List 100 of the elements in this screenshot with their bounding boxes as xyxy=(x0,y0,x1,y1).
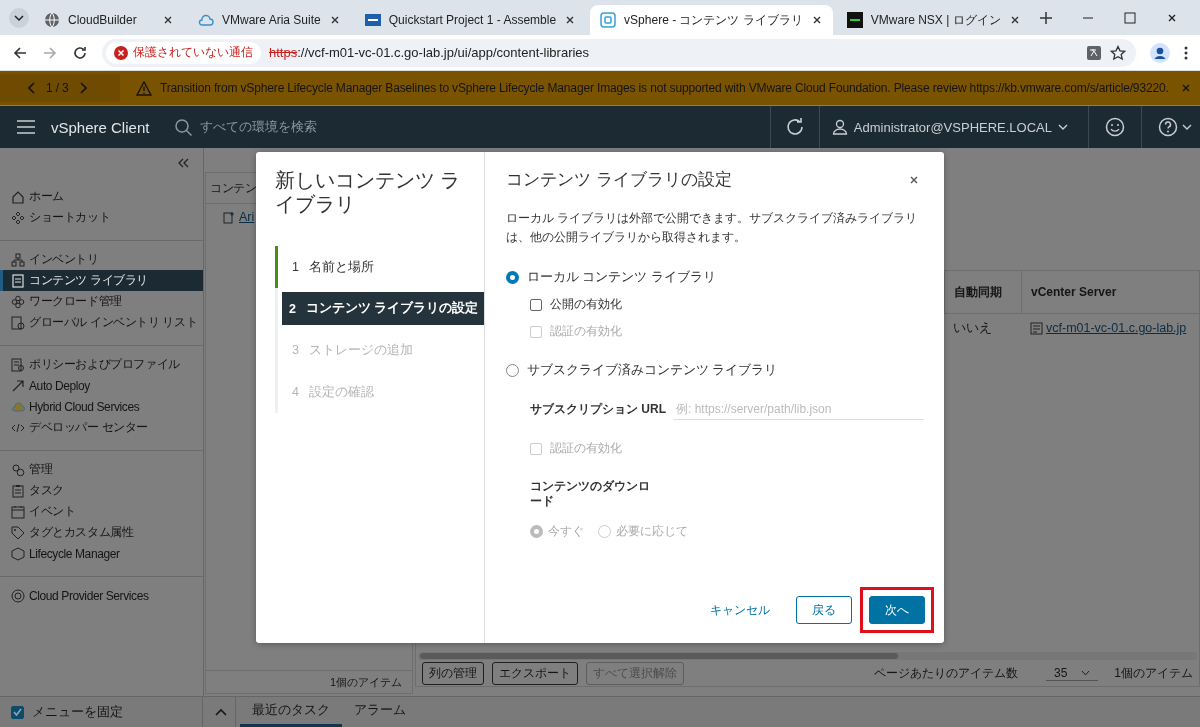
tab-search-icon[interactable] xyxy=(8,6,30,29)
dialog-title: 新しいコンテンツ ライブラリ xyxy=(275,168,462,216)
collapse-icon[interactable] xyxy=(177,158,189,168)
checkbox-label: 公開の有効化 xyxy=(550,296,622,313)
clipboard-icon xyxy=(11,483,25,498)
next-button[interactable]: 次へ xyxy=(869,596,925,624)
sidebar-item[interactable]: タスク xyxy=(0,480,203,501)
cloud-icon xyxy=(198,12,214,28)
radio-label: サブスクライブ済みコンテンツ ライブラリ xyxy=(527,362,778,379)
sidebar-item[interactable]: グローバル インベントリ リスト xyxy=(0,312,203,333)
server-icon xyxy=(1030,321,1043,335)
refresh-icon[interactable] xyxy=(784,117,805,137)
url-text[interactable]: https://vcf-m01-vc-01.c.go-lab.jp/ui/app/content-libraries xyxy=(269,45,590,60)
nsx-logo-icon xyxy=(846,12,863,28)
hexagon-icon xyxy=(11,546,25,561)
sidebar-item[interactable]: ポリシーおよびプロファイル xyxy=(0,354,203,375)
checkbox-label: 認証の有効化 xyxy=(550,440,622,457)
radio-label: 必要に応じて xyxy=(616,523,688,540)
column-header: コンテン xyxy=(210,179,256,197)
radio-label: 今すぐ xyxy=(548,523,584,540)
sidebar-item[interactable]: ワークロード管理 xyxy=(0,291,203,312)
browser-tab[interactable]: vSphere - コンテンツ ライブラリ xyxy=(590,5,833,35)
menu-icon[interactable] xyxy=(17,120,35,134)
browser-tab[interactable]: Quickstart Project 1 - Assemble xyxy=(354,5,587,35)
flower-icon xyxy=(11,294,25,309)
pager-text: 1 / 3 xyxy=(46,81,69,95)
user-menu[interactable]: Administrator@VSPHERE.LOCAL xyxy=(819,119,1080,135)
wizard-step[interactable]: 1 名前と場所 xyxy=(275,246,484,288)
browser-tab[interactable]: VMware NSX | ログイン xyxy=(836,5,1031,35)
tag-icon xyxy=(11,525,25,540)
field-label: コンテンツのダウンロード xyxy=(530,479,651,509)
sidebar-item[interactable]: コンテンツ ライブラリ xyxy=(0,270,203,291)
sidebar-item[interactable]: インベントリ xyxy=(0,249,203,270)
document-icon xyxy=(11,357,25,372)
sidebar-item[interactable]: ホーム xyxy=(0,186,203,207)
field-label: サブスクリプション URL xyxy=(530,401,666,418)
caret-up-icon[interactable] xyxy=(215,708,227,716)
browser-tab[interactable]: VMware Aria Suite xyxy=(188,5,351,35)
new-tab-icon[interactable] xyxy=(1038,10,1053,25)
radio-button[interactable] xyxy=(506,271,519,284)
panel-tab[interactable]: アラーム xyxy=(342,697,418,727)
diamond-icon xyxy=(11,210,25,225)
checkbox[interactable] xyxy=(530,298,542,311)
section-heading: コンテンツ ライブラリの設定 xyxy=(506,169,732,191)
profile-avatar-icon[interactable] xyxy=(1150,42,1170,63)
user-icon xyxy=(831,119,848,135)
browser-tab[interactable]: CloudBuilder xyxy=(34,5,184,35)
sidebar-item[interactable]: タグとカスタム属性 xyxy=(0,522,203,543)
hierarchy-icon xyxy=(11,252,25,267)
close-icon[interactable] xyxy=(162,14,174,26)
more-menu-icon[interactable] xyxy=(1184,44,1188,61)
back-icon[interactable] xyxy=(12,44,28,61)
checkbox[interactable] xyxy=(11,705,24,719)
sidebar-item[interactable]: Cloud Provider Services xyxy=(0,585,203,606)
smiley-icon[interactable] xyxy=(1105,117,1125,137)
library-link[interactable]: Ari xyxy=(239,210,255,224)
help-icon[interactable] xyxy=(1158,117,1178,137)
radio-label: ローカル コンテンツ ライブラリ xyxy=(527,269,716,286)
item-count: 1個のアイテム xyxy=(329,674,402,690)
globe-icon xyxy=(11,588,25,603)
home-icon xyxy=(11,189,25,204)
sidebar-item[interactable]: Hybrid Cloud Services xyxy=(0,396,203,417)
caret-icon xyxy=(1081,669,1091,676)
bookmark-star-icon[interactable] xyxy=(1110,44,1126,61)
checkbox-label: 認証の有効化 xyxy=(550,323,622,340)
maximize-icon[interactable] xyxy=(1124,11,1136,24)
sidebar-item[interactable]: Auto Deploy xyxy=(0,375,203,396)
book-icon xyxy=(11,273,25,288)
caret-icon[interactable] xyxy=(1182,124,1192,130)
warning-icon xyxy=(136,80,152,96)
item-count: 1個のアイテム xyxy=(1114,664,1193,682)
arrow-icon xyxy=(11,378,25,393)
document-icon xyxy=(11,315,25,330)
table-action-button[interactable]: 列の管理 xyxy=(422,661,484,685)
vsphere-logo-icon xyxy=(600,12,617,28)
scrollbar[interactable] xyxy=(418,652,1197,660)
cancel-button[interactable]: キャンセル xyxy=(698,596,782,624)
search-field[interactable]: すべての環境を検索 xyxy=(175,118,770,136)
banner-message: Transition from vSphere Lifecycle Manager Baselines to vSphere Lifecycle Manager Images is not supported with VMware Cloud Foundation. Please review https://kb.vmware.com/s/article/93220. xyxy=(160,81,1169,95)
sidebar-item[interactable]: デベロッパー センター xyxy=(0,417,203,438)
panel-tab[interactable]: 最近のタスク xyxy=(240,697,342,727)
wizard-step[interactable]: 2 コンテンツ ライブラリの設定 xyxy=(282,292,484,325)
back-button[interactable]: 戻る xyxy=(796,596,852,624)
cloud-icon xyxy=(11,399,25,414)
translate-icon[interactable] xyxy=(1086,44,1102,61)
calendar-icon xyxy=(11,504,25,519)
sidebar-item[interactable]: 管理 xyxy=(0,459,203,480)
server-link[interactable]: vcf-m01-vc-01.c.go-lab.jp xyxy=(1043,321,1187,335)
sidebar-item[interactable]: Lifecycle Manager xyxy=(0,543,203,564)
table-action-button[interactable]: エクスポート xyxy=(492,661,578,685)
reload-icon[interactable] xyxy=(72,44,88,61)
sidebar-item[interactable]: ショートカット xyxy=(0,207,203,228)
gear-icon xyxy=(11,462,25,477)
page-size-select[interactable]: 35 xyxy=(1045,665,1099,681)
globe-icon xyxy=(44,12,60,28)
page-size-label: ページあたりのアイテム数 xyxy=(873,664,1018,682)
sidebar-item[interactable]: イベント xyxy=(0,501,203,522)
security-chip[interactable]: 保護されていない通信 xyxy=(106,41,261,64)
caret-icon xyxy=(1058,124,1068,130)
app-title: vSphere Client xyxy=(51,118,150,136)
